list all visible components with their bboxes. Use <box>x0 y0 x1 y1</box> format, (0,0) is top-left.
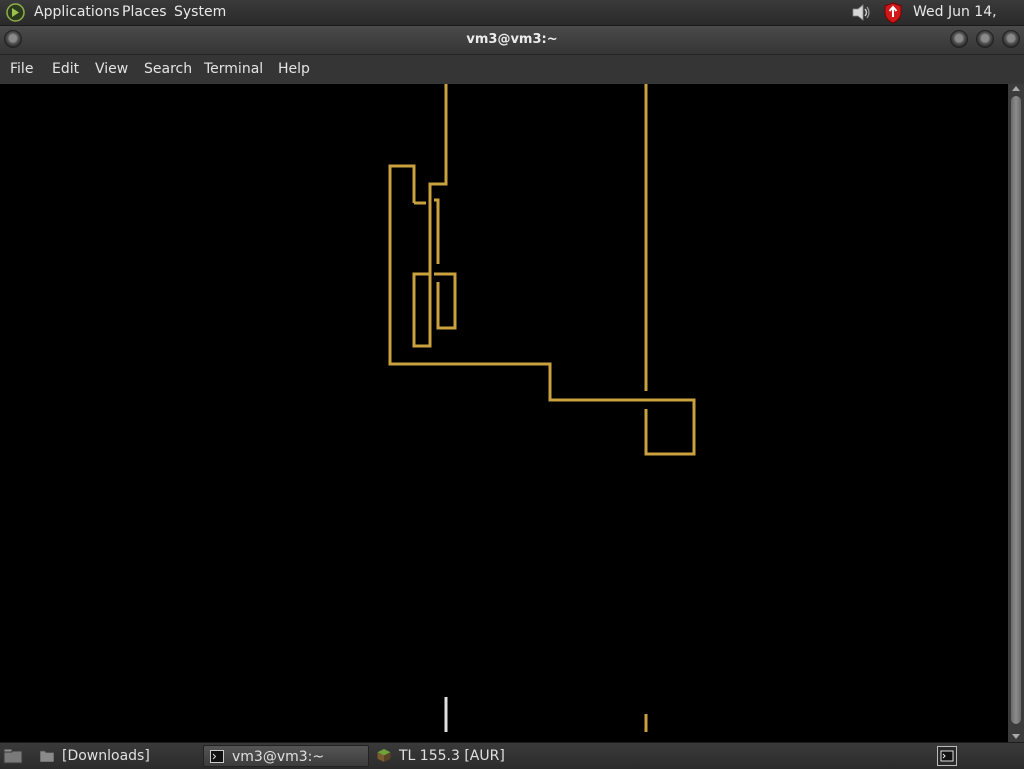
terminal-area[interactable] <box>0 84 1008 742</box>
shield-update-icon[interactable] <box>882 2 904 24</box>
scroll-up-arrow-icon[interactable] <box>1012 86 1020 91</box>
top-panel: Applications Places System Wed Jun 14, 0… <box>0 0 1024 45</box>
line-segment <box>434 198 440 264</box>
folder-icon <box>40 750 54 762</box>
taskbar-item-label: TL 155.3 [AUR] <box>399 748 505 764</box>
minecraft-block-icon <box>377 749 391 762</box>
taskbar-item-label: [Downloads] <box>62 748 150 764</box>
gnome-foot-icon[interactable] <box>6 3 25 22</box>
terminal-menubar: File Edit View Search Terminal Help <box>0 55 1024 84</box>
terminal-icon <box>210 750 224 763</box>
volume-icon[interactable] <box>850 2 872 23</box>
line-segment <box>388 164 696 456</box>
taskbar-item-terminal[interactable]: vm3@vm3:~ <box>203 745 369 767</box>
system-menu[interactable]: System <box>174 0 226 25</box>
line-segment <box>412 272 432 348</box>
taskbar-item-tl[interactable]: TL 155.3 [AUR] <box>371 745 531 767</box>
scrollbar-thumb[interactable] <box>1011 96 1021 724</box>
close-button[interactable] <box>1002 30 1020 48</box>
window-titlebar[interactable]: vm3@vm3:~ <box>0 26 1024 55</box>
bottom-taskbar: [Downloads] vm3@vm3:~ TL 155.3 [AUR] <box>0 742 1024 769</box>
menu-edit[interactable]: Edit <box>52 55 79 84</box>
line-segment <box>434 272 457 330</box>
applications-menu[interactable]: Applications <box>34 0 120 25</box>
taskbar-item-downloads[interactable]: [Downloads] <box>34 745 198 767</box>
places-menu[interactable]: Places <box>122 0 167 25</box>
menu-view[interactable]: View <box>95 55 128 84</box>
clock[interactable]: Wed Jun 14, 05:02 <box>913 0 1024 45</box>
scroll-down-arrow-icon[interactable] <box>1012 734 1020 739</box>
menu-file[interactable]: File <box>10 55 33 84</box>
ascii-line-drawing <box>388 84 696 732</box>
workspace-icon[interactable] <box>937 746 957 766</box>
taskbar-item-label: vm3@vm3:~ <box>232 749 325 765</box>
minimize-button[interactable] <box>950 30 968 48</box>
show-desktop-icon[interactable] <box>3 748 23 764</box>
menu-terminal[interactable]: Terminal <box>204 55 263 84</box>
menu-help[interactable]: Help <box>278 55 310 84</box>
window-title: vm3@vm3:~ <box>466 32 558 47</box>
terminal-scrollbar[interactable] <box>1008 84 1024 742</box>
menu-search[interactable]: Search <box>144 55 192 84</box>
maximize-button[interactable] <box>976 30 994 48</box>
